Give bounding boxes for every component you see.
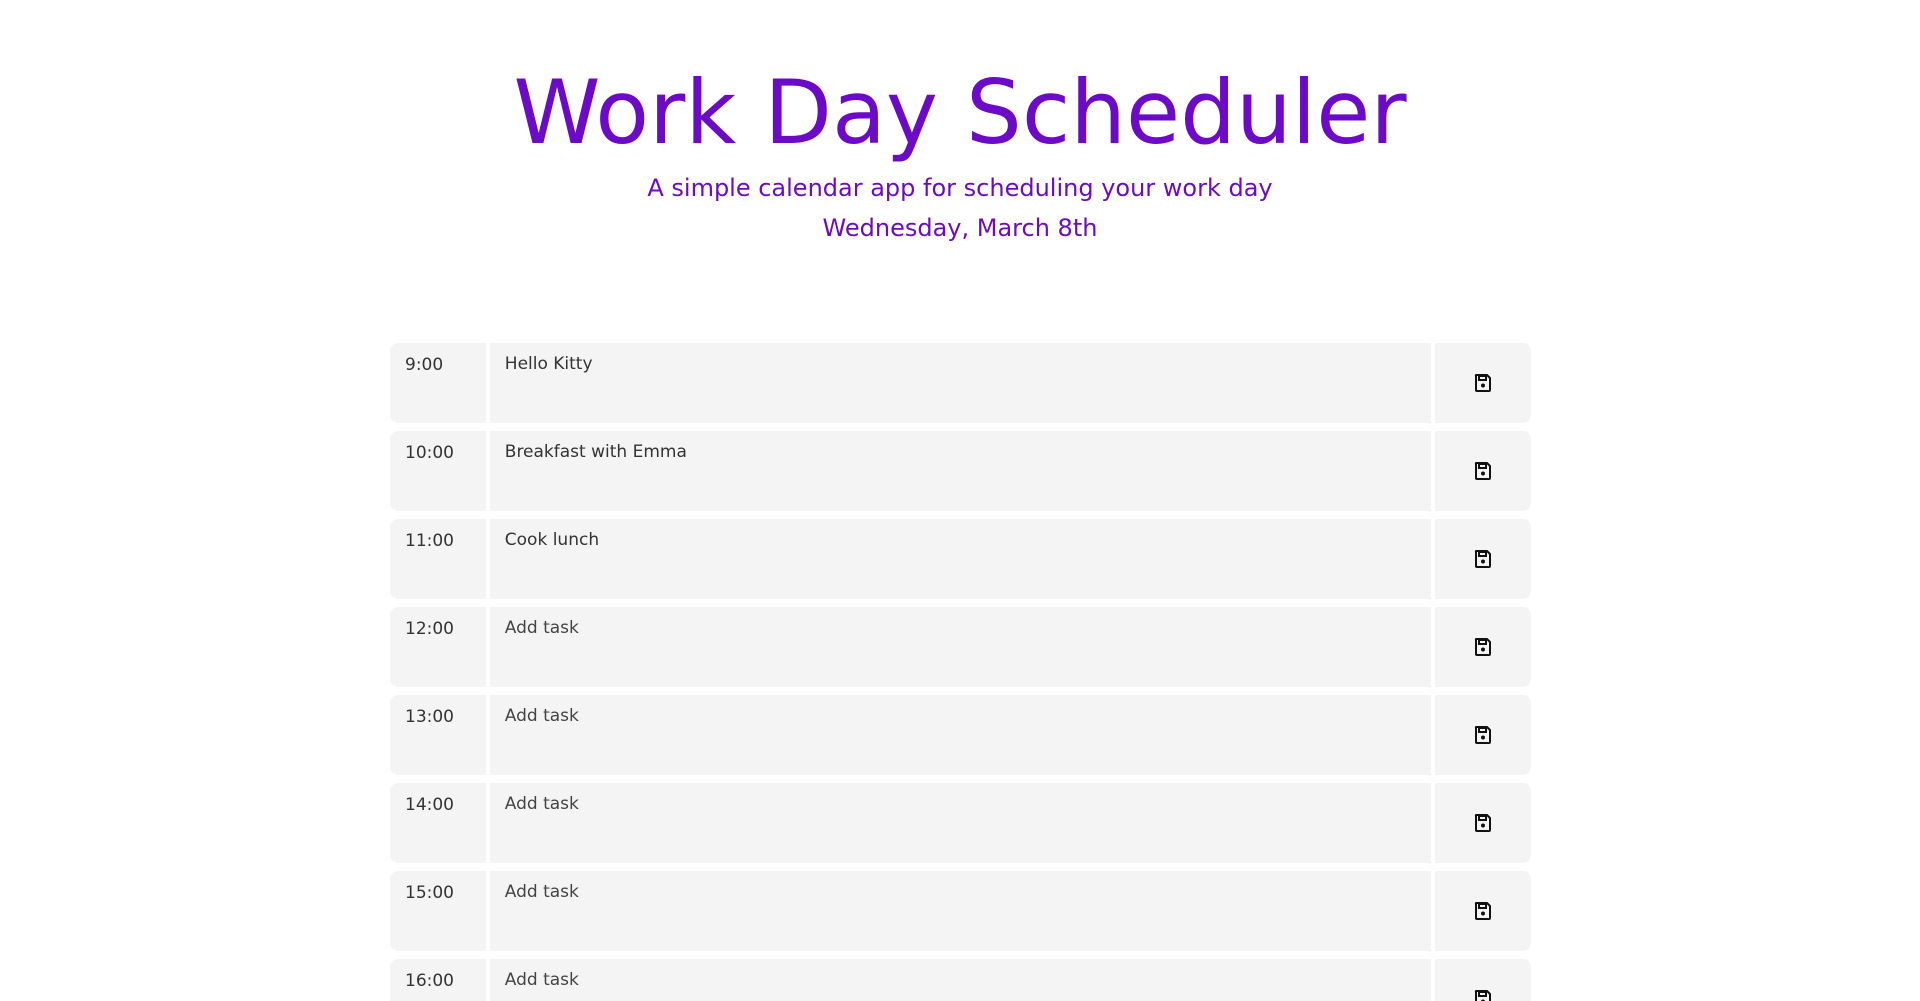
time-block-9: 9:00 [390,343,1531,423]
task-input[interactable] [489,607,1432,687]
task-input[interactable] [489,959,1432,1001]
floppy-disk-icon [1473,989,1493,1001]
floppy-disk-icon [1473,461,1493,481]
time-block-11: 11:00 [390,519,1531,599]
task-input[interactable] [489,519,1432,599]
hour-label: 13:00 [390,695,486,775]
app-title: Work Day Scheduler [513,61,1407,164]
app-subtitle: A simple calendar app for scheduling you… [647,174,1273,202]
hour-label: 16:00 [390,959,486,1001]
save-button[interactable] [1435,959,1531,1001]
task-input[interactable] [489,871,1432,951]
hour-label: 15:00 [390,871,486,951]
floppy-disk-icon [1473,813,1493,833]
time-block-10: 10:00 [390,431,1531,511]
hour-label: 10:00 [390,431,486,511]
save-button[interactable] [1435,343,1531,423]
schedule: 9:00 10:00 11:00 12:00 [390,343,1531,1001]
task-input[interactable] [489,695,1432,775]
save-button[interactable] [1435,607,1531,687]
time-block-15: 15:00 [390,871,1531,951]
task-input[interactable] [489,431,1432,511]
current-date: Wednesday, March 8th [822,214,1098,242]
hour-label: 9:00 [390,343,486,423]
task-input[interactable] [489,783,1432,863]
floppy-disk-icon [1473,549,1493,569]
hour-label: 12:00 [390,607,486,687]
time-block-13: 13:00 [390,695,1531,775]
floppy-disk-icon [1473,373,1493,393]
hour-label: 14:00 [390,783,486,863]
floppy-disk-icon [1473,637,1493,657]
hour-label: 11:00 [390,519,486,599]
save-button[interactable] [1435,695,1531,775]
floppy-disk-icon [1473,725,1493,745]
time-block-16: 16:00 [390,959,1531,1001]
save-button[interactable] [1435,519,1531,599]
save-button[interactable] [1435,871,1531,951]
task-input[interactable] [489,343,1432,423]
floppy-disk-icon [1473,901,1493,921]
save-button[interactable] [1435,783,1531,863]
time-block-14: 14:00 [390,783,1531,863]
page: Work Day Scheduler A simple calendar app… [0,0,1920,1001]
header: Work Day Scheduler A simple calendar app… [0,0,1920,243]
save-button[interactable] [1435,431,1531,511]
time-block-12: 12:00 [390,607,1531,687]
